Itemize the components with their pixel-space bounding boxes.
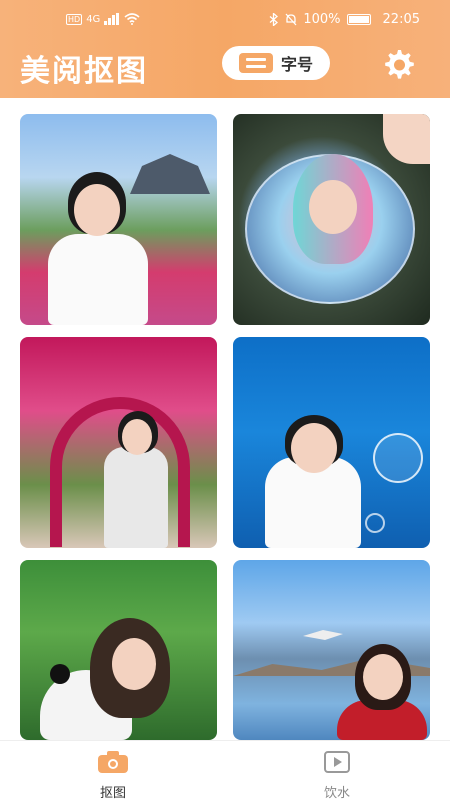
camera-icon xyxy=(98,751,128,773)
status-bar: HD 4G 100% 22:05 xyxy=(0,0,450,44)
pavilion-shape xyxy=(130,154,210,194)
person-face xyxy=(122,419,152,455)
play-icon xyxy=(324,751,350,773)
template-card-panda[interactable] xyxy=(20,560,217,740)
person-face xyxy=(74,184,120,236)
app-title: 美阅抠图 xyxy=(20,54,148,89)
bottom-tab-bar: 抠图 饮水 xyxy=(0,740,450,800)
hand xyxy=(383,114,430,164)
wifi-icon xyxy=(124,13,140,25)
battery-icon xyxy=(346,14,371,25)
person-face xyxy=(309,180,357,234)
template-card-flower-arch[interactable] xyxy=(20,337,217,548)
panda-ear xyxy=(50,664,70,684)
seagull xyxy=(303,630,343,640)
tab-cutout-label: 抠图 xyxy=(99,786,126,800)
hd-indicator: HD xyxy=(66,13,83,25)
font-size-button[interactable]: 字号 xyxy=(222,46,330,80)
person-body xyxy=(48,234,148,325)
template-card-lake[interactable] xyxy=(233,560,430,740)
font-size-label: 字号 xyxy=(280,55,313,74)
bubble xyxy=(373,433,423,483)
signal-label: 4G xyxy=(86,13,101,25)
template-card-underwater[interactable] xyxy=(233,337,430,548)
bluetooth-icon xyxy=(269,13,279,26)
person-body xyxy=(104,447,168,548)
bubble-small xyxy=(365,513,385,533)
tab-drink-water-label: 饮水 xyxy=(323,786,350,800)
person-face xyxy=(363,654,403,700)
app-header: HD 4G 100% 22:05 美阅抠图 字号 xyxy=(0,0,450,98)
clock: 22:05 xyxy=(382,12,420,27)
tab-cutout[interactable]: 抠图 xyxy=(73,751,153,800)
template-card-crystal-ball[interactable] xyxy=(233,114,430,325)
battery-percent: 100% xyxy=(303,12,341,27)
settings-gear-icon[interactable] xyxy=(380,46,416,82)
tab-drink-water[interactable]: 饮水 xyxy=(297,751,377,800)
signal-icon xyxy=(104,13,120,25)
font-size-icon xyxy=(238,53,273,73)
template-card-garden[interactable] xyxy=(20,114,217,325)
mute-bell-icon xyxy=(285,13,297,26)
person-face xyxy=(291,423,337,473)
person-face xyxy=(112,638,156,690)
